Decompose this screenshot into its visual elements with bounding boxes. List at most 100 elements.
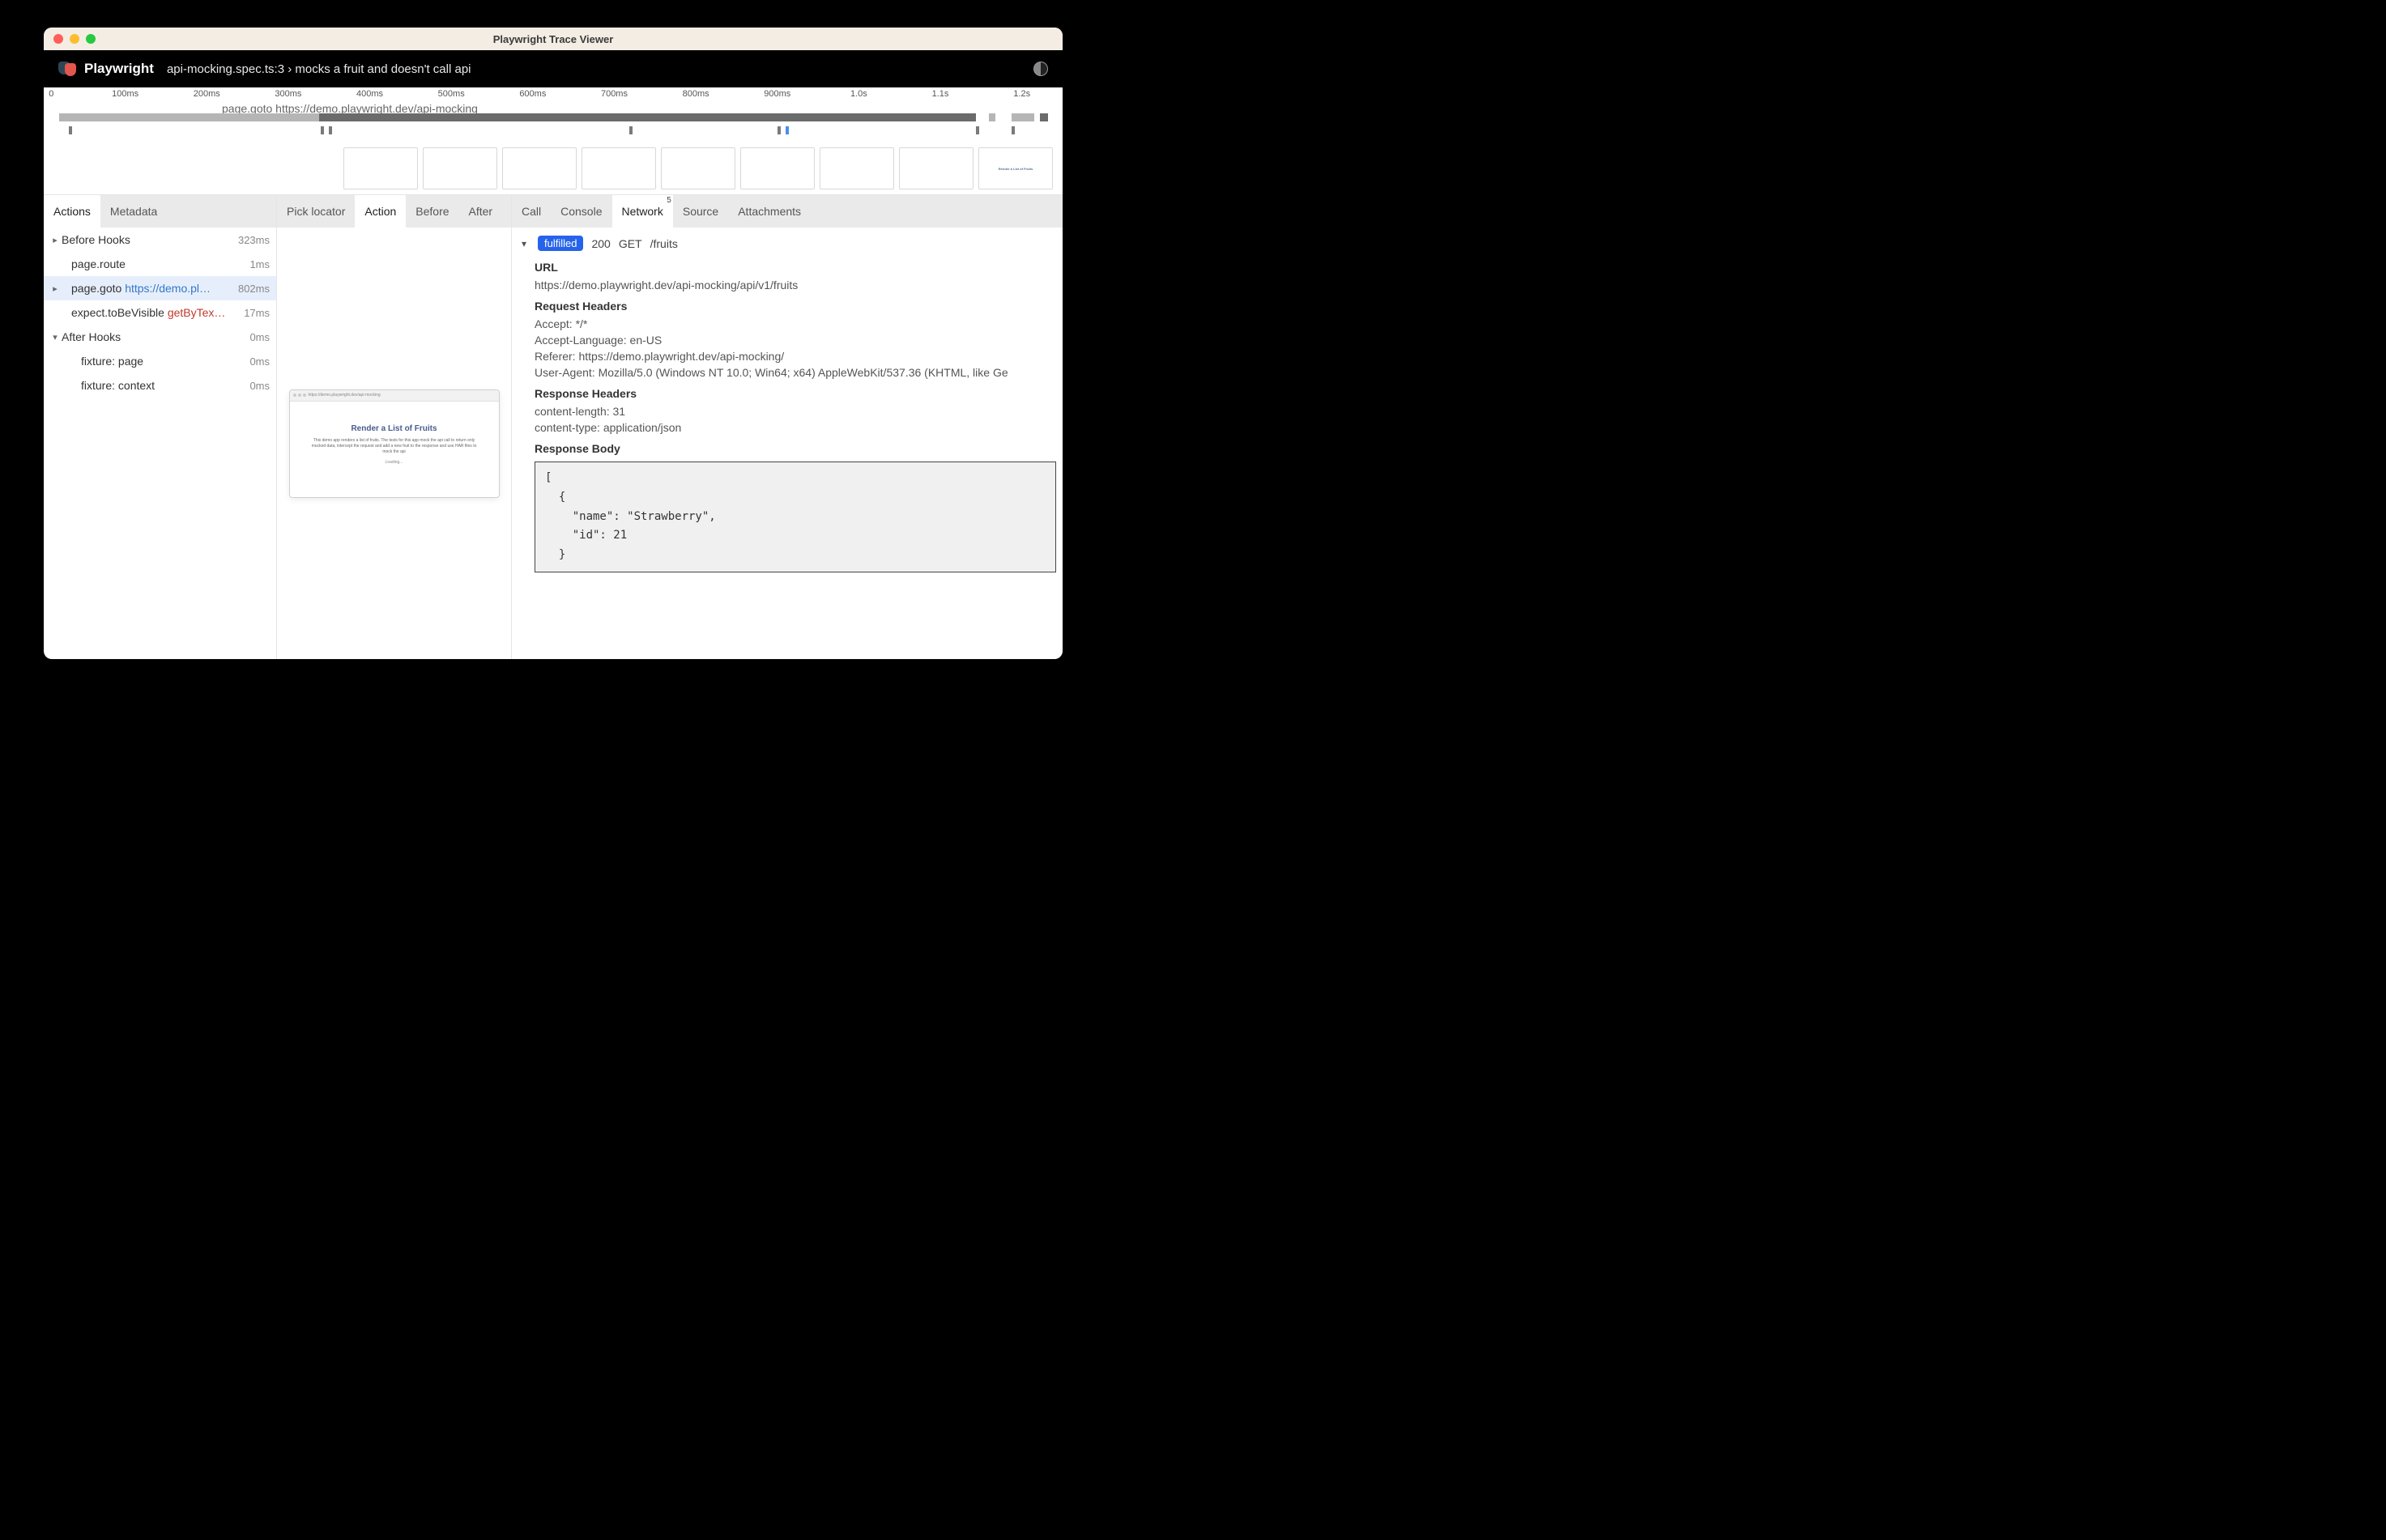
snapshot-chrome: https://demo.playwright.dev/api-mocking (290, 390, 499, 402)
action-duration: 802ms (233, 283, 270, 295)
tab-pick-locator[interactable]: Pick locator (277, 195, 355, 228)
filmstrip-frame[interactable] (502, 147, 577, 189)
titlebar: Playwright Trace Viewer (44, 28, 1063, 50)
network-detail: ▾ fulfilled 200 GET /fruits URL https://… (512, 228, 1063, 659)
action-row-before-hooks[interactable]: ▸ Before Hooks 323ms (44, 228, 276, 252)
timeline-marker (786, 126, 789, 134)
timeline-marker (976, 126, 979, 134)
request-header: Accept-Language: en-US (535, 334, 1056, 347)
test-title: api-mocking.spec.ts:3 › mocks a fruit an… (167, 62, 471, 76)
chevron-down-icon: ▾ (518, 238, 530, 249)
action-label: page.route (71, 257, 126, 270)
url-section-title: URL (535, 261, 1056, 274)
maximize-window-button[interactable] (86, 34, 96, 44)
filmstrip-frame[interactable] (899, 147, 974, 189)
action-row-after-hooks[interactable]: ▾ After Hooks 0ms (44, 325, 276, 349)
left-panel: Actions Metadata ▸ Before Hooks 323ms pa… (44, 195, 277, 659)
action-row-expect[interactable]: expect.toBeVisible getByTex… 17ms (44, 300, 276, 325)
timeline-tick: 800ms (683, 89, 709, 99)
tab-call[interactable]: Call (512, 195, 551, 228)
mid-panel: Pick locator Action Before After https:/… (277, 195, 512, 659)
tab-metadata[interactable]: Metadata (100, 195, 167, 228)
timeline-tick: 500ms (438, 89, 465, 99)
filmstrip-frame[interactable] (820, 147, 894, 189)
action-row-page-route[interactable]: page.route 1ms (44, 252, 276, 276)
action-label: Before Hooks (62, 233, 130, 246)
timeline-marker (629, 126, 633, 134)
tab-console[interactable]: Console (551, 195, 611, 228)
action-duration: 0ms (245, 380, 270, 392)
tab-network[interactable]: Network 5 (612, 195, 673, 228)
actions-list: ▸ Before Hooks 323ms page.route 1ms ▸ (44, 228, 276, 659)
timeline-tick: 600ms (519, 89, 546, 99)
filmstrip-frame[interactable] (343, 147, 418, 189)
right-tab-strip: Call Console Network 5 Source Attachment… (512, 195, 1063, 228)
app-brand: Playwright (84, 61, 154, 77)
timeline-tick: 900ms (764, 89, 790, 99)
minimize-window-button[interactable] (70, 34, 79, 44)
request-header: Accept: */* (535, 317, 1056, 330)
timeline-marker (778, 126, 781, 134)
filmstrip-frame[interactable] (423, 147, 497, 189)
network-count-badge: 5 (667, 196, 671, 205)
trace-viewer-window: Playwright Trace Viewer Playwright api-m… (44, 28, 1063, 659)
close-window-button[interactable] (53, 34, 63, 44)
action-label: fixture: context (81, 379, 155, 392)
action-duration: 323ms (233, 234, 270, 246)
action-label: page.goto https://demo.pl… (71, 282, 211, 295)
timeline-ticks: 0 100ms 200ms 300ms 400ms 500ms 600ms 70… (44, 87, 1063, 104)
timeline-bar-selected (319, 113, 976, 121)
tab-attachments[interactable]: Attachments (728, 195, 811, 228)
timeline[interactable]: 0 100ms 200ms 300ms 400ms 500ms 600ms 70… (44, 87, 1063, 195)
action-duration: 0ms (245, 331, 270, 343)
tab-actions[interactable]: Actions (44, 195, 100, 228)
response-header: content-type: application/json (535, 421, 1056, 434)
timeline-tick: 1.2s (1013, 89, 1030, 99)
tab-source[interactable]: Source (673, 195, 728, 228)
window-title: Playwright Trace Viewer (44, 33, 1063, 45)
timeline-tick: 700ms (601, 89, 628, 99)
tab-before[interactable]: Before (406, 195, 458, 228)
action-url: https://demo.pl… (125, 282, 211, 295)
timeline-tick: 400ms (356, 89, 383, 99)
timeline-marker (329, 126, 332, 134)
filmstrip: Render a List of Fruits (343, 146, 1063, 194)
timeline-bar (1040, 113, 1048, 121)
right-panel: Call Console Network 5 Source Attachment… (512, 195, 1063, 659)
action-row-fixture-context[interactable]: fixture: context 0ms (44, 373, 276, 398)
traffic-lights (44, 34, 96, 44)
action-row-page-goto[interactable]: ▸ page.goto https://demo.pl… 802ms (44, 276, 276, 300)
chevron-right-icon: ▸ (49, 235, 62, 245)
timeline-tick: 1.1s (932, 89, 949, 99)
network-request-row[interactable]: ▾ fulfilled 200 GET /fruits (518, 236, 1056, 251)
filmstrip-frame[interactable] (582, 147, 656, 189)
response-body: [ { "name": "Strawberry", "id": 21 } (535, 462, 1056, 572)
timeline-bar (989, 113, 995, 121)
http-method: GET (619, 237, 642, 250)
status-code: 200 (591, 237, 610, 250)
snapshot-preview[interactable]: https://demo.playwright.dev/api-mocking … (289, 389, 500, 498)
timeline-tick: 0 (49, 89, 53, 99)
request-header: User-Agent: Mozilla/5.0 (Windows NT 10.0… (535, 366, 1056, 379)
request-header: Referer: https://demo.playwright.dev/api… (535, 350, 1056, 363)
timeline-marker (69, 126, 72, 134)
chevron-down-icon: ▾ (49, 332, 62, 342)
request-path: /fruits (650, 237, 678, 250)
tab-after[interactable]: After (459, 195, 503, 228)
timeline-tick: 300ms (275, 89, 301, 99)
action-duration: 1ms (245, 258, 270, 270)
action-row-fixture-page[interactable]: fixture: page 0ms (44, 349, 276, 373)
response-header: content-length: 31 (535, 405, 1056, 418)
snapshot-page-desc: This demo app renders a list of fruits. … (298, 438, 491, 455)
action-duration: 0ms (245, 355, 270, 368)
timeline-bar (1012, 113, 1034, 121)
filmstrip-frame[interactable] (740, 147, 815, 189)
theme-toggle-icon[interactable] (1033, 62, 1048, 76)
action-label: expect.toBeVisible getByTex… (71, 306, 225, 319)
filmstrip-frame[interactable] (661, 147, 735, 189)
timeline-tick: 200ms (194, 89, 220, 99)
timeline-tick: 100ms (112, 89, 138, 99)
timeline-marker (321, 126, 324, 134)
filmstrip-frame[interactable]: Render a List of Fruits (978, 147, 1053, 189)
tab-action[interactable]: Action (355, 195, 406, 228)
